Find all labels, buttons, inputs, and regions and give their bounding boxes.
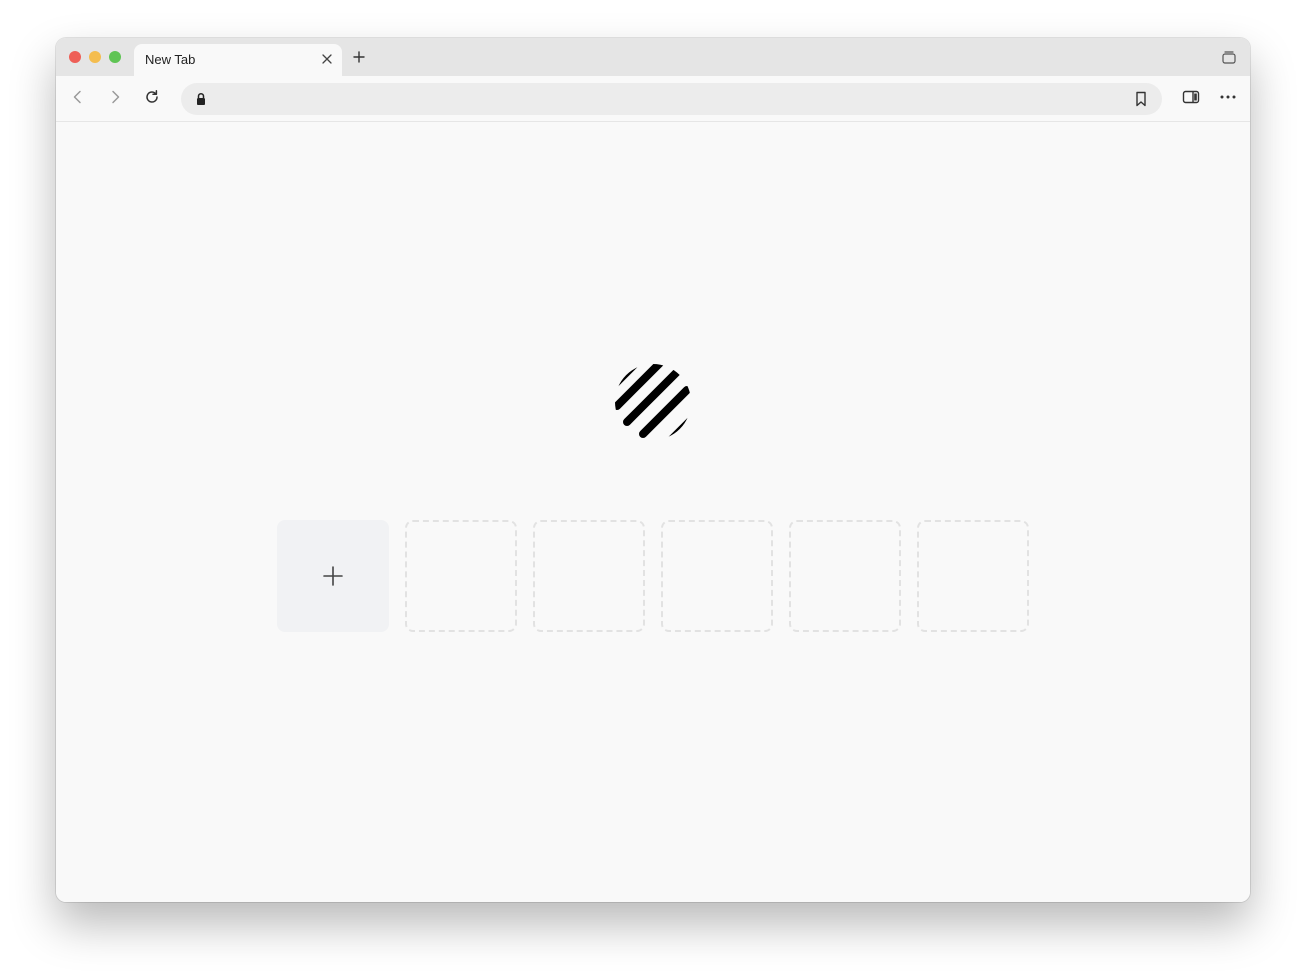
shortcut-tiles — [277, 520, 1029, 632]
striped-circle-logo — [615, 364, 691, 440]
more-dots-icon — [1220, 95, 1236, 99]
add-shortcut-tile[interactable] — [277, 520, 389, 632]
plus-icon — [353, 51, 365, 63]
tab-new-tab[interactable]: New Tab — [134, 44, 342, 76]
empty-shortcut-tile[interactable] — [533, 520, 645, 632]
forward-button[interactable] — [105, 87, 125, 107]
chevron-right-icon — [112, 90, 120, 104]
empty-shortcut-tile[interactable] — [917, 520, 1029, 632]
empty-shortcut-tile[interactable] — [789, 520, 901, 632]
new-tab-button[interactable] — [352, 50, 366, 64]
address-bar[interactable] — [181, 83, 1162, 117]
reload-button[interactable] — [142, 87, 162, 107]
sidebar-toggle-button[interactable] — [1181, 87, 1201, 107]
reload-icon — [146, 90, 158, 103]
window-close-button[interactable] — [69, 51, 81, 63]
new-tab-page — [56, 122, 1250, 902]
close-icon[interactable] — [320, 52, 334, 66]
window-minimize-button[interactable] — [89, 51, 101, 63]
chevron-left-icon — [73, 90, 81, 104]
empty-shortcut-tile[interactable] — [661, 520, 773, 632]
tab-overview-icon — [1222, 51, 1236, 64]
empty-shortcut-tile[interactable] — [405, 520, 517, 632]
tab-title: New Tab — [145, 52, 196, 67]
address-input[interactable] — [211, 83, 1115, 117]
tab-overview-button[interactable] — [1221, 49, 1237, 65]
plus-icon — [323, 566, 343, 586]
bookmark-icon[interactable] — [1134, 91, 1148, 107]
browser-window: New Tab — [56, 38, 1250, 902]
window-zoom-button[interactable] — [109, 51, 121, 63]
sidebar-icon — [1182, 90, 1200, 104]
lock-icon — [197, 92, 205, 105]
menu-button[interactable] — [1218, 87, 1238, 107]
tab-strip: New Tab — [56, 38, 1250, 76]
toolbar — [56, 76, 1250, 122]
back-button[interactable] — [68, 87, 88, 107]
